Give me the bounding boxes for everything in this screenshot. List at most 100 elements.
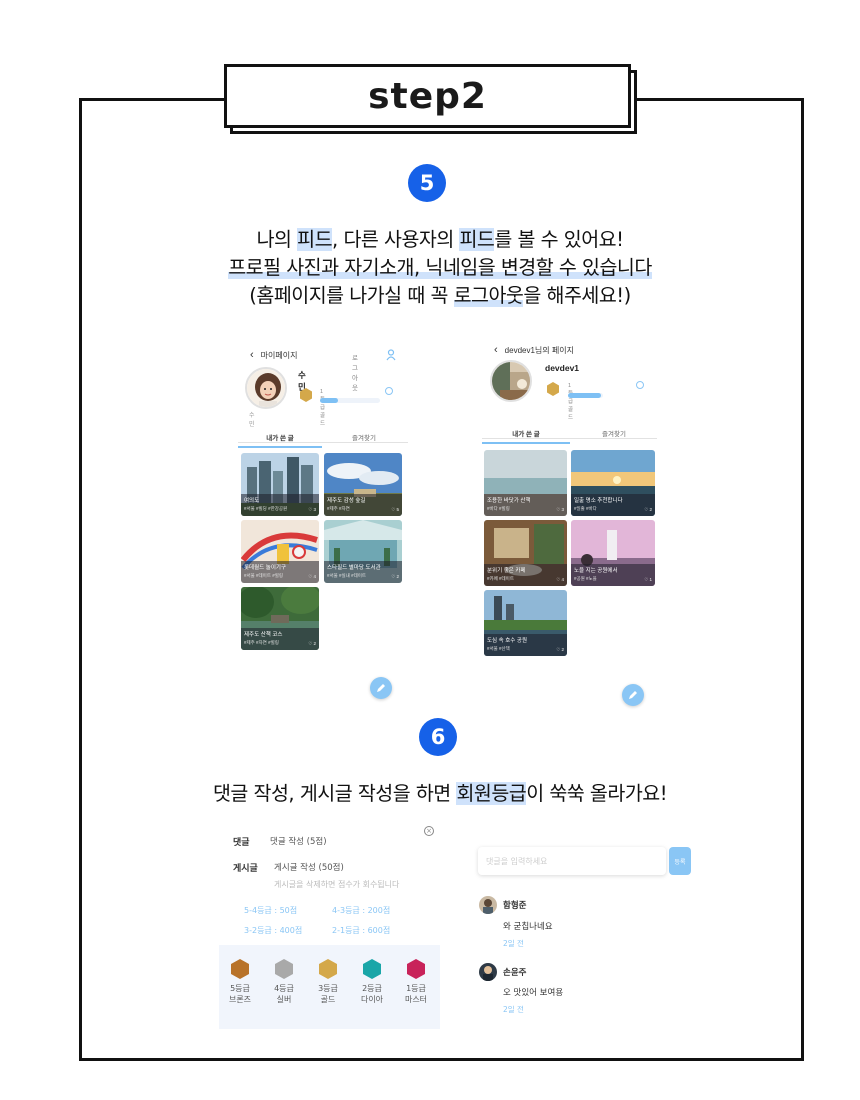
highlight: 피드 [297,228,333,251]
grade-master: 1등급 마스터 [398,959,434,1005]
text: 을 해주세요!) [523,284,631,307]
post-likes: ♡ 2 [644,507,652,512]
post-tile[interactable]: 도심 속 호수 공원 #서울 #산책 ♡ 2 [484,590,567,656]
grade-progress-fill [320,398,338,403]
grade-requirement: 3-2등급 : 400점 [244,926,303,935]
comment-label: 댓글 [233,838,250,848]
close-icon[interactable]: × [424,826,434,836]
write-post-button[interactable] [622,684,644,706]
post-label: 게시글 [233,864,258,874]
post-title: 노을 지는 공원에서 [574,568,618,574]
comment-submit-button[interactable]: 등록 [669,847,691,875]
post-title: 분위기 좋은 카페 [487,568,526,574]
back-arrow-icon[interactable]: ‹ [250,349,254,361]
grade-name: 실버 [276,995,292,1004]
logout-button[interactable]: 로그아웃 [352,352,358,392]
grade-label: 1등급 골드 [568,383,574,421]
text: 나의 [256,228,298,251]
info-icon[interactable] [636,381,644,389]
comment-time: 2일 전 [503,1005,524,1014]
grade-requirement: 4-3등급 : 200점 [332,906,391,915]
post-caption: 도심 속 호수 공원 #서울 #산책 [484,634,567,656]
tab-my-posts[interactable]: 내가 쓴 글 [238,432,322,448]
post-likes: ♡ 4 [308,574,316,579]
post-tags: #바다 #힐링 [487,506,510,511]
section6-description: 댓글 작성, 게시글 작성을 하면 회원등급이 쑥쑥 올라가요! [100,780,780,808]
write-post-button[interactable] [370,677,392,699]
section5-line3: (홈페이지를 나가실 때 꼭 로그아웃을 해주세요!) [100,282,780,310]
highlight: 피드 [459,228,495,251]
post-tags: #일출 #바다 [574,506,597,511]
pencil-icon [629,691,637,699]
post-tile[interactable]: 분위기 좋은 카페 #카페 #데이트 ♡ 4 [484,520,567,586]
section5-description: 나의 피드, 다른 사용자의 피드를 볼 수 있어요! 프로필 사진과 자기소개… [100,226,780,310]
post-title: 스타필드 별마당 도서관 [327,565,381,571]
step-title: step2 [368,75,487,117]
post-title: 일출 명소 추천합니다 [574,498,623,504]
diamond-grade-icon [363,959,381,979]
post-title: 여의도 [244,498,260,504]
post-title: 도심 속 호수 공원 [487,638,528,644]
step-number-6: 6 [419,718,457,756]
commenter-name: 손윤주 [503,968,527,978]
post-tile[interactable]: 스타필드 별마당 도서관 #서울 #실내 #데이트 ♡ 2 [324,520,402,583]
comment-points: 댓글 작성 (5점) [270,837,327,847]
master-grade-icon [407,959,425,979]
comment-text: 오 맛있어 보여용 [503,988,564,998]
commenter-avatar [479,896,497,914]
grade-rank: 1등급 [406,984,426,993]
post-tile[interactable]: 노을 지는 공원에서 #공원 #노을 ♡ 1 [571,520,655,586]
other-avatar[interactable] [490,360,532,402]
tab-favorites[interactable]: 즐겨찾기 [570,428,658,438]
post-title: 조용한 바닷가 산책 [487,498,531,504]
grade-bronze: 5등급 브론즈 [222,959,258,1005]
text: 를 볼 수 있어요! [494,228,624,251]
tab-favorites[interactable]: 즐겨찾기 [322,432,406,442]
other-nickname: devdev1 [545,363,580,373]
post-caption: 분위기 좋은 카페 #카페 #데이트 [484,564,567,586]
profile-edit-icon[interactable] [386,349,396,361]
comment-input[interactable]: 댓글을 입력하세요 [478,847,666,875]
page-title: devdev1님의 페이지 [504,346,574,355]
post-tile[interactable]: 롯데월드 놀이기구 #서울 #데이트 #힐링 ♡ 4 [241,520,319,583]
grade-name: 다이아 [360,995,384,1004]
post-likes: ♡ 2 [308,641,316,646]
tab-my-posts[interactable]: 내가 쓴 글 [482,428,570,444]
post-tags: #서울 #빌딩 #한강공원 [244,506,288,511]
page-title: 마이페이지 [260,351,298,360]
bronze-grade-icon [231,959,249,979]
other-page-header: ‹ devdev1님의 페이지 [494,344,574,356]
comment-text: 와 굳칩나네요 [503,922,553,932]
grade-diamond: 2등급 다이아 [354,959,390,1005]
post-tile[interactable]: 조용한 바닷가 산책 #바다 #힐링 ♡ 3 [484,450,567,516]
grade-name: 골드 [320,995,336,1004]
grade-requirement: 2-1등급 : 600점 [332,926,391,935]
grade-progress-bar [568,393,603,398]
profile-intro: 수민 [249,413,255,428]
post-tile[interactable]: 일출 명소 추천합니다 #일출 #바다 ♡ 2 [571,450,655,516]
gold-grade-icon [547,382,559,396]
post-title: 제주도 감성 숲길 [327,498,366,504]
section5-line1: 나의 피드, 다른 사용자의 피드를 볼 수 있어요! [100,226,780,254]
grade-progress-bar [320,398,380,403]
my-avatar[interactable] [245,367,287,409]
post-tags: #서울 #실내 #데이트 [327,573,366,578]
underline-text: 프로필 사진과 자기소개, 닉네임을 변경할 수 있습니다 [228,256,652,279]
grade-name: 브론즈 [228,995,252,1004]
silver-grade-icon [275,959,293,979]
gold-grade-icon [319,959,337,979]
post-tile[interactable]: 제주도 감성 숲길 #제주 #자연 ♡ 5 [324,453,402,516]
commenter-name: 함형준 [503,901,527,911]
info-icon[interactable] [385,387,393,395]
grade-rank: 5등급 [230,984,250,993]
grade-label: 1등급 골드 [320,389,326,427]
post-tags: #서울 #산책 [487,646,510,651]
gold-grade-icon [300,388,312,402]
grade-list: 5등급 브론즈 4등급 실버 3등급 골드 2등급 다이아 1등급 마스터 [219,945,440,1029]
highlight: 회원등급 [456,782,527,805]
back-arrow-icon[interactable]: ‹ [494,344,498,356]
post-tile[interactable]: 제주도 산책 코스 #제주 #자연 #힐링 ♡ 2 [241,587,319,650]
post-likes: ♡ 2 [391,574,399,579]
grade-rank: 3등급 [318,984,338,993]
post-tile[interactable]: 여의도 #서울 #빌딩 #한강공원 ♡ 3 [241,453,319,516]
